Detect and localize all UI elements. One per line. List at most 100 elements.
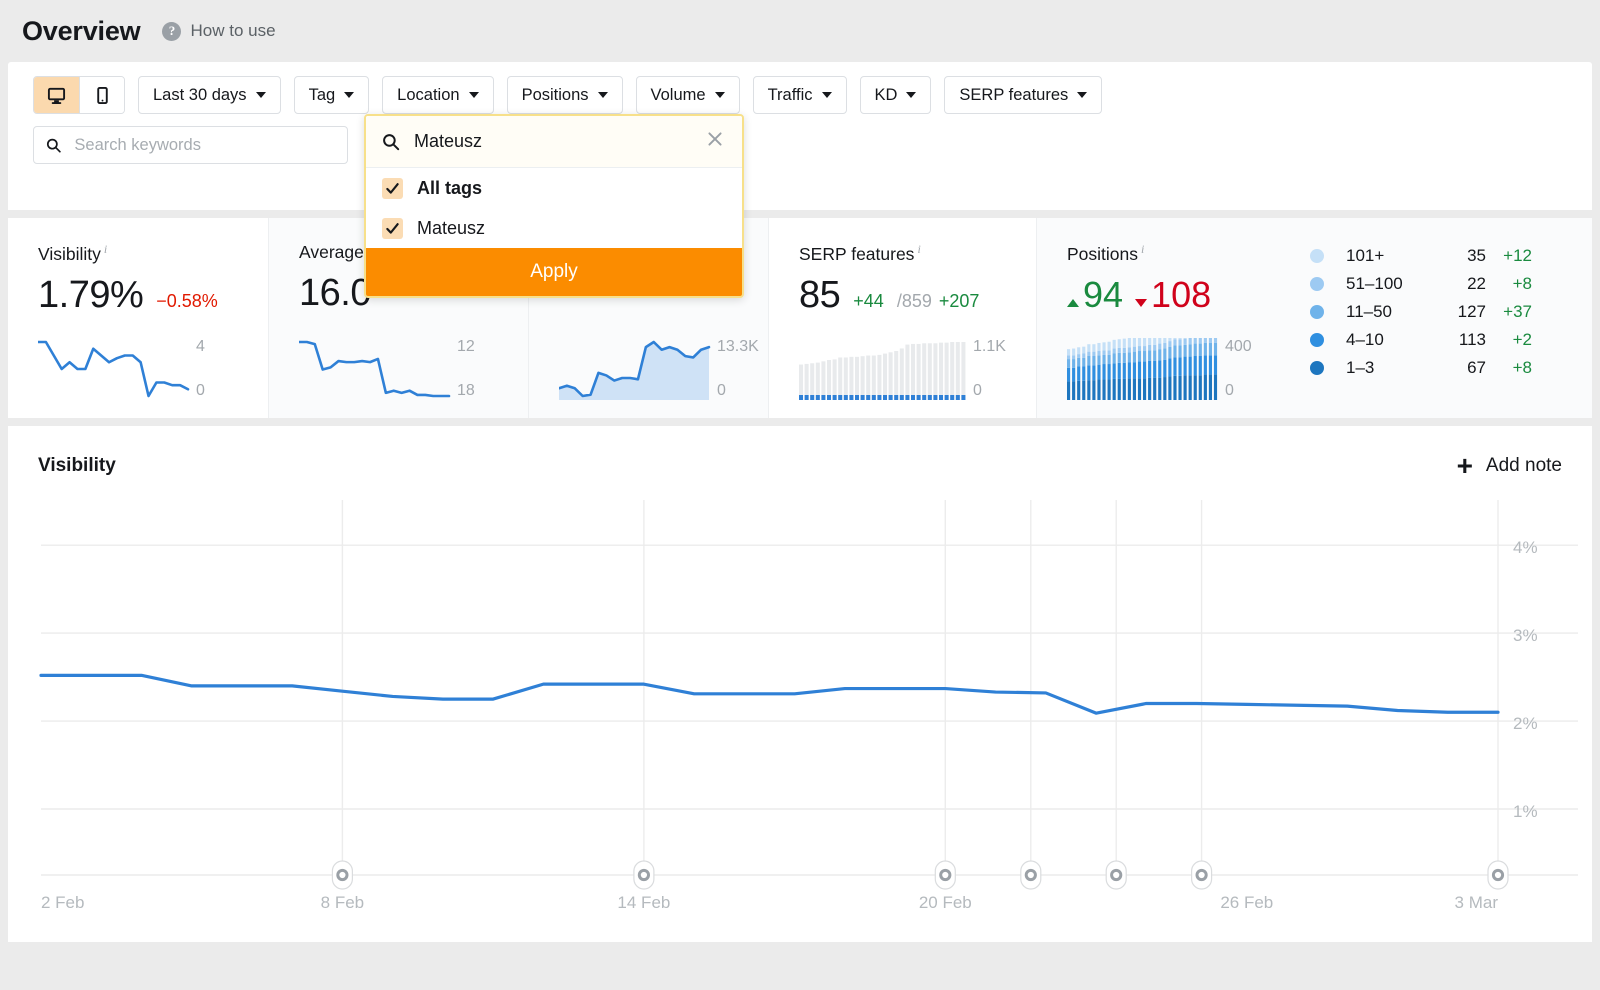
card-serp-features[interactable]: SERP featuresi 85 +44 /859 +207 1.1K 0: [768, 218, 1036, 418]
how-to-use-label: How to use: [190, 21, 275, 41]
y-axis-tick-label: 4%: [1513, 538, 1538, 557]
metric-cards-row: Visibilityi 1.79% −0.58% 4 0 Average 16.…: [8, 218, 1592, 418]
apply-button[interactable]: Apply: [366, 248, 742, 296]
filter-button-tag[interactable]: Tag: [294, 76, 370, 114]
card-visibility[interactable]: Visibilityi 1.79% −0.58% 4 0: [8, 218, 268, 418]
chevron-down-icon: [1077, 92, 1087, 98]
spark-min-label: 0: [196, 382, 205, 400]
legend-label: 51–100: [1346, 274, 1440, 294]
sparkline-svg: [38, 338, 190, 400]
tag-option-label: All tags: [417, 178, 482, 199]
visibility-series-line: [41, 675, 1498, 713]
search-keywords-box[interactable]: [33, 126, 348, 164]
sparkline-serp: 1.1K 0: [799, 338, 1006, 400]
desktop-toggle-button[interactable]: [34, 77, 79, 113]
tag-option-all-tags[interactable]: All tags: [366, 168, 742, 208]
chart-plot-area[interactable]: 4%3%2%1%2 Feb8 Feb14 Feb20 Feb26 Feb3 Ma…: [8, 488, 1592, 942]
legend-row: 11–50 127 +37: [1310, 302, 1532, 322]
chevron-down-icon: [469, 92, 479, 98]
note-marker-gear-icon[interactable]: [634, 861, 654, 889]
legend-label: 4–10: [1346, 330, 1440, 350]
date-range-button[interactable]: Last 30 days: [138, 76, 281, 114]
info-icon[interactable]: i: [1141, 242, 1144, 256]
tag-option-label: Mateusz: [417, 218, 485, 239]
x-axis-tick-label: 26 Feb: [1220, 893, 1273, 912]
spark-max-label: 12: [457, 338, 475, 356]
info-icon[interactable]: i: [104, 242, 107, 256]
filter-row-search: [8, 126, 1592, 164]
mobile-toggle-button[interactable]: [79, 77, 124, 113]
legend-label: 1–3: [1346, 358, 1440, 378]
sparkline-average: 12 18: [299, 338, 475, 400]
arrow-up-icon: [1067, 299, 1079, 307]
filter-label: Tag: [309, 86, 336, 105]
card-title-label: Visibility: [38, 244, 101, 264]
search-icon: [46, 137, 61, 154]
legend-change: +2: [1486, 330, 1532, 350]
search-input[interactable]: [72, 135, 335, 156]
filter-button-positions[interactable]: Positions: [507, 76, 623, 114]
note-marker-gear-icon[interactable]: [1021, 861, 1041, 889]
tag-search-row[interactable]: [366, 116, 742, 168]
tag-search-input[interactable]: [412, 130, 704, 153]
sparkline-svg: [1067, 338, 1219, 400]
desktop-icon: [47, 86, 66, 105]
question-mark-icon: ?: [162, 22, 181, 41]
arrow-down-icon: [1135, 299, 1147, 307]
note-marker-gear-icon[interactable]: [1106, 861, 1126, 889]
legend-value: 127: [1440, 302, 1486, 322]
spark-min-label: 0: [973, 382, 1006, 400]
filter-bar: Last 30 days Tag Location Positions Volu…: [8, 62, 1592, 210]
positions-down-value: 108: [1151, 274, 1211, 316]
filter-row-primary: Last 30 days Tag Location Positions Volu…: [8, 76, 1592, 114]
tag-filter-dropdown: All tags Mateusz Apply: [364, 114, 744, 298]
filter-button-location[interactable]: Location: [382, 76, 493, 114]
positions-legend: 101+ 35 +12 51–100 22 +8 11–50 127 +37 4…: [1310, 246, 1532, 378]
tag-option-mateusz[interactable]: Mateusz: [366, 208, 742, 248]
legend-color-dot: [1310, 249, 1324, 263]
sparkline-svg: [299, 338, 451, 400]
sparkline-visibility: 4 0: [38, 338, 205, 400]
legend-change: +37: [1486, 302, 1532, 322]
card-title-label: SERP features: [799, 244, 914, 264]
filter-button-traffic[interactable]: Traffic: [753, 76, 847, 114]
filter-label: SERP features: [959, 86, 1068, 105]
filter-label: Traffic: [768, 86, 813, 105]
filter-button-kd[interactable]: KD: [860, 76, 932, 114]
legend-change: +12: [1486, 246, 1532, 266]
mobile-icon: [93, 86, 112, 105]
filter-label: Positions: [522, 86, 589, 105]
legend-row: 4–10 113 +2: [1310, 330, 1532, 350]
note-marker-gear-icon[interactable]: [1192, 861, 1212, 889]
spark-max-label: 1.1K: [973, 338, 1006, 356]
clear-tag-search-button[interactable]: [704, 130, 726, 153]
add-note-button[interactable]: + Add note: [1457, 452, 1562, 480]
y-axis-tick-label: 1%: [1513, 802, 1538, 821]
card-positions[interactable]: Positionsi 94 108 400 0 101+ 35 +12: [1036, 218, 1592, 418]
filter-button-serp-features[interactable]: SERP features: [944, 76, 1102, 114]
card-value: 85: [799, 274, 840, 317]
filter-label: Volume: [651, 86, 706, 105]
legend-value: 22: [1440, 274, 1486, 294]
filter-button-volume[interactable]: Volume: [636, 76, 740, 114]
note-marker-gear-icon[interactable]: [1488, 861, 1508, 889]
filter-label: Location: [397, 86, 459, 105]
y-axis-tick-label: 2%: [1513, 714, 1538, 733]
card-title-label: Average: [299, 242, 364, 262]
spark-max-label: 13.3K: [717, 338, 759, 356]
card-title-label: Positions: [1067, 244, 1138, 264]
y-axis-tick-label: 3%: [1513, 626, 1538, 645]
positions-up-value: 94: [1083, 274, 1123, 316]
visibility-line-chart[interactable]: 4%3%2%1%2 Feb8 Feb14 Feb20 Feb26 Feb3 Ma…: [8, 488, 1592, 942]
spark-min-label: 0: [1225, 382, 1252, 400]
info-icon[interactable]: i: [917, 242, 920, 256]
card-total: /859: [897, 291, 932, 312]
device-toggle[interactable]: [33, 76, 125, 114]
filter-label: KD: [875, 86, 898, 105]
how-to-use-link[interactable]: ? How to use: [162, 21, 275, 41]
chevron-down-icon: [715, 92, 725, 98]
add-note-label: Add note: [1486, 455, 1562, 477]
chevron-down-icon: [344, 92, 354, 98]
note-marker-gear-icon[interactable]: [332, 861, 352, 889]
note-marker-gear-icon[interactable]: [935, 861, 955, 889]
